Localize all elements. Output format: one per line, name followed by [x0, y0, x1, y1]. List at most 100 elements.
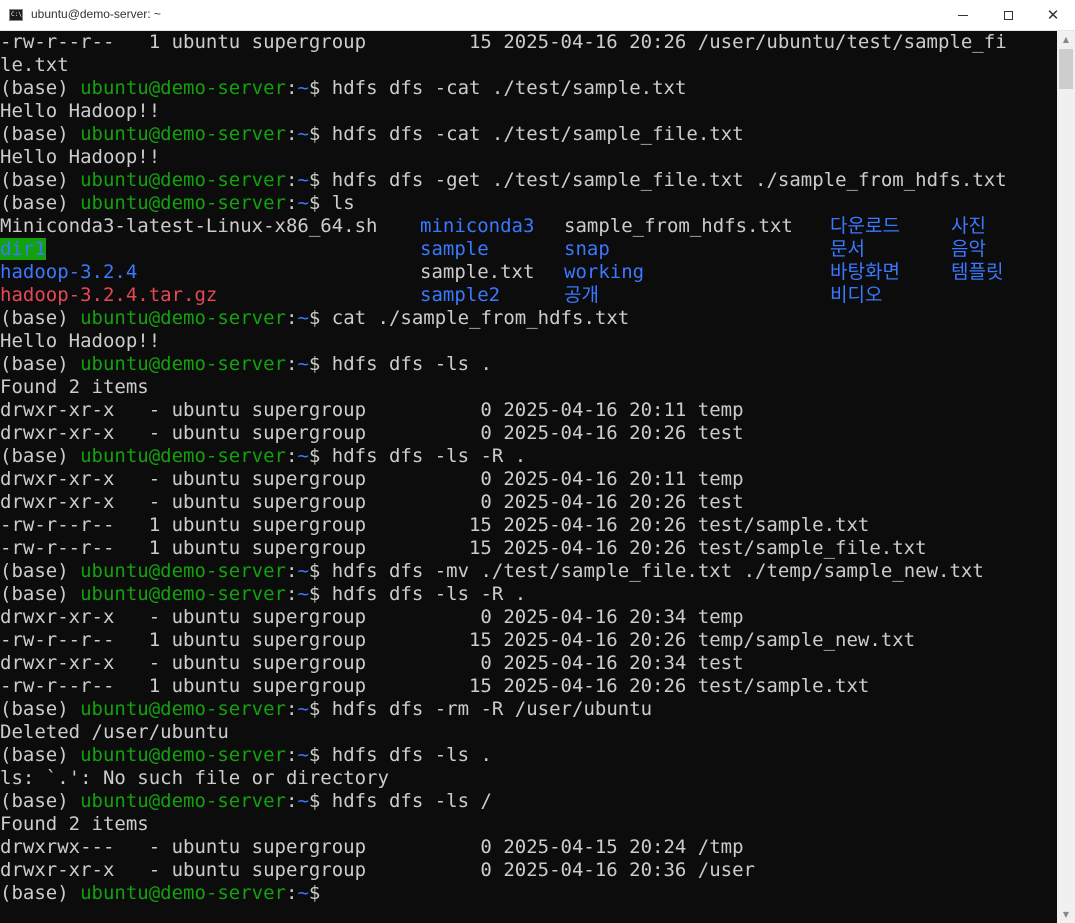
ls-dir: 공개	[564, 284, 599, 306]
prompt-sep: :	[285, 77, 298, 99]
ls-dir: 템플릿	[951, 261, 1004, 283]
command-text: hdfs dfs -ls /	[331, 790, 492, 812]
prompt-path: ~	[297, 744, 309, 766]
output-line: Found 2 items	[0, 813, 149, 835]
scroll-up-icon[interactable]: ▲	[1057, 31, 1075, 48]
command-line: (base) ubuntu@demo-server:~$ cat ./sampl…	[0, 307, 629, 330]
command-line: (base) ubuntu@demo-server:~$ hdfs dfs -l…	[0, 353, 492, 376]
command-text: hdfs dfs -get ./test/sample_file.txt ./s…	[331, 169, 1007, 191]
command-text: hdfs dfs -rm -R /user/ubuntu	[331, 698, 653, 720]
ls-dir: 다운로드	[830, 215, 900, 237]
prompt-sep: :	[285, 123, 298, 145]
prompt-dollar: $	[308, 744, 332, 766]
prompt-sep: :	[285, 445, 298, 467]
title-bar[interactable]: C:\ ubuntu@demo-server: ~ ✕	[0, 0, 1075, 31]
command-text: hdfs dfs -ls .	[331, 353, 492, 375]
command-text: hdfs dfs -ls -R .	[331, 445, 527, 467]
prompt-path: ~	[297, 77, 309, 99]
prompt-env: (base)	[0, 123, 81, 145]
ls-dir: 바탕화면	[830, 261, 900, 283]
prompt-user-host: ubuntu@demo-server	[80, 307, 286, 329]
prompt-user-host: ubuntu@demo-server	[80, 560, 286, 582]
output-line: -rw-r--r-- 1 ubuntu supergroup 15 2025-0…	[0, 675, 870, 697]
command-text: hdfs dfs -cat ./test/sample_file.txt	[331, 123, 744, 145]
prompt-dollar: $	[308, 698, 332, 720]
prompt-path: ~	[297, 123, 309, 145]
command-line: (base) ubuntu@demo-server:~$ hdfs dfs -r…	[0, 698, 652, 721]
output-line: Hello Hadoop!!	[0, 330, 161, 352]
prompt-user-host: ubuntu@demo-server	[80, 192, 286, 214]
output-line: drwxr-xr-x - ubuntu supergroup 0 2025-04…	[0, 422, 744, 444]
prompt-sep: :	[285, 353, 298, 375]
command-line: (base) ubuntu@demo-server:~$ hdfs dfs -c…	[0, 123, 744, 146]
prompt-env: (base)	[0, 698, 81, 720]
prompt-path: ~	[297, 698, 309, 720]
ls-dir: sample2	[420, 284, 501, 306]
command-text: hdfs dfs -mv ./test/sample_file.txt ./te…	[331, 560, 984, 582]
prompt-user-host: ubuntu@demo-server	[80, 353, 286, 375]
command-text: hdfs dfs -ls -R .	[331, 583, 527, 605]
command-line: (base) ubuntu@demo-server:~$ hdfs dfs -l…	[0, 790, 492, 813]
prompt-user-host: ubuntu@demo-server	[80, 77, 286, 99]
ls-dir: working	[564, 261, 645, 283]
prompt-sep: :	[285, 560, 298, 582]
command-line: (base) ubuntu@demo-server:~$ hdfs dfs -c…	[0, 77, 686, 100]
terminal-app-icon[interactable]: C:\	[9, 9, 23, 21]
prompt-path: ~	[297, 560, 309, 582]
output-line: drwxr-xr-x - ubuntu supergroup 0 2025-04…	[0, 652, 744, 674]
output-line: -rw-r--r-- 1 ubuntu supergroup 15 2025-0…	[0, 514, 870, 536]
command-line: (base) ubuntu@demo-server:~$ hdfs dfs -l…	[0, 445, 526, 468]
output-line: drwxr-xr-x - ubuntu supergroup 0 2025-04…	[0, 859, 755, 881]
ls-archive: hadoop-3.2.4.tar.gz	[0, 284, 218, 306]
command-line: (base) ubuntu@demo-server:~$ hdfs dfs -g…	[0, 169, 1007, 192]
prompt-sep: :	[285, 169, 298, 191]
prompt-path: ~	[297, 790, 309, 812]
prompt-env: (base)	[0, 353, 81, 375]
prompt-sep: :	[285, 698, 298, 720]
command-text: cat ./sample_from_hdfs.txt	[331, 307, 630, 329]
minimize-icon	[958, 15, 968, 16]
close-button[interactable]: ✕	[1030, 0, 1075, 31]
maximize-button[interactable]	[985, 0, 1031, 31]
prompt-dollar: $	[308, 353, 332, 375]
ls-dir: 음악	[951, 238, 986, 260]
prompt-user-host: ubuntu@demo-server	[80, 123, 286, 145]
prompt-env: (base)	[0, 192, 81, 214]
scrollbar-thumb[interactable]	[1059, 49, 1073, 89]
ls-dir: miniconda3	[420, 215, 535, 237]
prompt-dollar: $	[308, 307, 332, 329]
prompt-dollar: $	[308, 790, 332, 812]
ls-dir1: dir1	[0, 238, 46, 260]
output-line: drwxr-xr-x - ubuntu supergroup 0 2025-04…	[0, 468, 744, 490]
output-line: -rw-r--r-- 1 ubuntu supergroup 15 2025-0…	[0, 629, 916, 651]
output-line: Hello Hadoop!!	[0, 100, 161, 122]
prompt-env: (base)	[0, 307, 81, 329]
ls-dir: 사진	[951, 215, 986, 237]
prompt-user-host: ubuntu@demo-server	[80, 790, 286, 812]
current-prompt[interactable]: (base) ubuntu@demo-server:~$	[0, 882, 332, 905]
prompt-sep: :	[285, 882, 298, 904]
output-line: drwxr-xr-x - ubuntu supergroup 0 2025-04…	[0, 491, 744, 513]
scroll-down-icon[interactable]: ▼	[1057, 906, 1075, 923]
prompt-path: ~	[297, 169, 309, 191]
prompt-dollar: $	[308, 192, 332, 214]
prompt-user-host: ubuntu@demo-server	[80, 445, 286, 467]
prompt-path: ~	[297, 583, 309, 605]
vertical-scrollbar[interactable]: ▲ ▼	[1057, 31, 1075, 923]
prompt-sep: :	[285, 583, 298, 605]
output-line: drwxr-xr-x - ubuntu supergroup 0 2025-04…	[0, 399, 744, 421]
ls-dir: sample	[420, 238, 489, 260]
output-line: -rw-r--r-- 1 ubuntu supergroup 15 2025-0…	[0, 31, 1007, 53]
prompt-path: ~	[297, 882, 309, 904]
ls-file: sample_from_hdfs.txt	[564, 215, 793, 237]
ls-dir-highlighted: dir1	[0, 238, 46, 261]
prompt-env: (base)	[0, 169, 81, 191]
output-line: -rw-r--r-- 1 ubuntu supergroup 15 2025-0…	[0, 537, 927, 559]
prompt-env: (base)	[0, 790, 81, 812]
ls-file: sample.txt	[420, 261, 535, 283]
terminal-output[interactable]: -rw-r--r-- 1 ubuntu supergroup 15 2025-0…	[0, 31, 1057, 923]
prompt-dollar: $	[308, 882, 332, 904]
minimize-button[interactable]	[940, 0, 986, 31]
prompt-dollar: $	[308, 445, 332, 467]
prompt-env: (base)	[0, 744, 81, 766]
